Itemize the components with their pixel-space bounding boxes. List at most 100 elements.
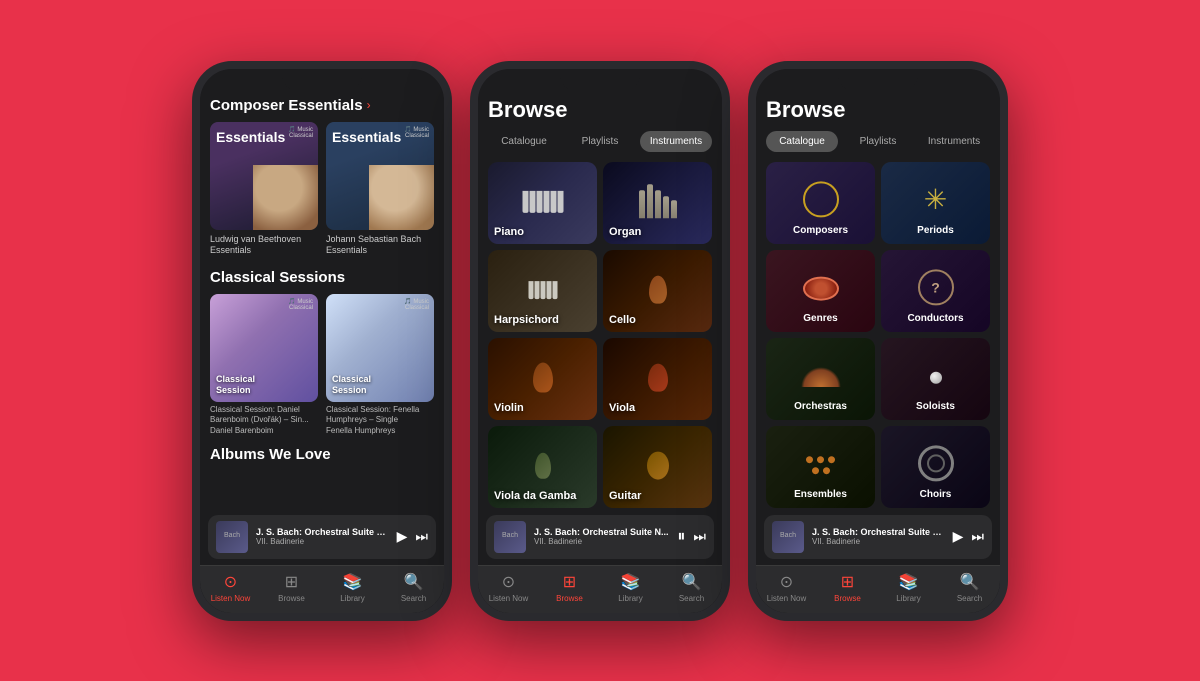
cat-conductors[interactable]: ? Conductors (881, 250, 990, 332)
bach-album-card[interactable]: 🎵 MusicClassical Essentials Johann Sebas… (326, 122, 434, 257)
section-arrow-essentials[interactable]: › (367, 98, 371, 112)
ensembles-name: Ensembles (794, 489, 847, 500)
tab-instruments-2[interactable]: Instruments (640, 131, 712, 152)
session-overlay-barenboim: ClassicalSession (216, 374, 312, 396)
harp-key (546, 281, 551, 299)
nav-label-search-1: Search (401, 594, 426, 603)
instrument-organ[interactable]: Organ (603, 162, 712, 244)
nav-library-1[interactable]: 📚 Library (322, 572, 383, 603)
cat-ensembles[interactable]: Ensembles (766, 426, 875, 508)
instrument-harpsichord[interactable]: Harpsichord (488, 250, 597, 332)
cat-periods[interactable]: ✳ Periods (881, 162, 990, 244)
instrument-guitar[interactable]: Guitar (603, 426, 712, 508)
instruments-grid: Piano (488, 162, 712, 508)
phone-browse-catalogue: Browse Catalogue Playlists Instruments C… (748, 61, 1008, 621)
instrument-viol[interactable]: Viola da Gamba (488, 426, 597, 508)
tab-playlists-2[interactable]: Playlists (564, 131, 636, 152)
pearl-icon (930, 371, 942, 383)
now-playing-1[interactable]: Bach J. S. Bach: Orchestral Suite N... V… (208, 515, 436, 559)
beethoven-album-card[interactable]: 🎵 MusicClassical Essentials Ludwig van B… (210, 122, 318, 257)
guitar-label: Guitar (609, 490, 641, 502)
organ-label: Organ (609, 226, 641, 238)
instrument-viola[interactable]: Viola (603, 338, 712, 420)
session-text-humphreys: ClassicalSession (332, 374, 428, 396)
nav-search-1[interactable]: 🔍 Search (383, 572, 444, 603)
harp-key (528, 281, 533, 299)
browse-icon-1: ⊞ (285, 572, 298, 592)
np-info-3: J. S. Bach: Orchestral Suite N... VII. B… (812, 527, 945, 546)
nav-listen-now-1[interactable]: ⊙ Listen Now (200, 572, 261, 603)
tab-bar-3: Catalogue Playlists Instruments (766, 131, 990, 152)
white-key (522, 190, 528, 212)
conductors-name: Conductors (907, 313, 963, 324)
np-skip-btn-1[interactable]: ⏭ (415, 528, 428, 545)
section-header-sessions: Classical Sessions (210, 269, 434, 286)
np-sub-3: VII. Badinerie (812, 537, 945, 546)
nav-label-browse-1: Browse (278, 594, 305, 603)
tab-instruments-3[interactable]: Instruments (918, 131, 990, 152)
cat-choirs[interactable]: Choirs (881, 426, 990, 508)
nav-listen-now-2[interactable]: ⊙ Listen Now (478, 572, 539, 603)
now-playing-3[interactable]: Bach J. S. Bach: Orchestral Suite N... V… (764, 515, 992, 559)
composers-name: Composers (793, 225, 848, 236)
harp-bg: Harpsichord (488, 250, 597, 332)
composers-circle-icon (803, 181, 839, 217)
piano-keys (522, 190, 563, 212)
np-title-1: J. S. Bach: Orchestral Suite N... (256, 527, 389, 537)
session-overlay-humphreys: ClassicalSession (332, 374, 428, 396)
white-key (550, 190, 556, 212)
phone-listen-now: Composer Essentials › 🎵 MusicClassical E… (192, 61, 452, 621)
nav-browse-3[interactable]: ⊞ Browse (817, 572, 878, 603)
np-sub-2: VII. Badinerie (534, 537, 669, 546)
instrument-piano[interactable]: Piano (488, 162, 597, 244)
cat-composers[interactable]: Composers (766, 162, 875, 244)
cello-bg: Cello (603, 250, 712, 332)
organ-visual (639, 184, 677, 218)
np-pause-btn-2[interactable]: ⏸ (677, 528, 685, 546)
instrument-violin[interactable]: Violin (488, 338, 597, 420)
harp-key (534, 281, 539, 299)
tab-catalogue-2[interactable]: Catalogue (488, 131, 560, 152)
viol-body (535, 452, 551, 478)
session-humphreys[interactable]: 🎵 MusicClassical ClassicalSession Classi… (326, 294, 434, 436)
violin-bg: Violin (488, 338, 597, 420)
cat-orchestras[interactable]: Orchestras (766, 338, 875, 420)
np-controls-2: ⏸ ⏭ (677, 528, 706, 546)
nav-listen-now-3[interactable]: ⊙ Listen Now (756, 572, 817, 603)
tab-playlists-3[interactable]: Playlists (842, 131, 914, 152)
session-barenboim[interactable]: 🎵 MusicClassical ClassicalSession Classi… (210, 294, 318, 436)
np-info-1: J. S. Bach: Orchestral Suite N... VII. B… (256, 527, 389, 546)
nav-search-3[interactable]: 🔍 Search (939, 572, 1000, 603)
apple-music-badge-3: 🎵 MusicClassical (288, 299, 313, 312)
nav-library-2[interactable]: 📚 Library (600, 572, 661, 603)
viol-label: Viola da Gamba (494, 490, 576, 502)
nav-browse-2[interactable]: ⊞ Browse (539, 572, 600, 603)
tab-catalogue-3[interactable]: Catalogue (766, 131, 838, 152)
catalogue-grid: Composers ✳ Periods Genres (766, 162, 990, 508)
harp-key (540, 281, 545, 299)
cat-soloists[interactable]: Soloists (881, 338, 990, 420)
np-play-btn-3[interactable]: ▶ (953, 528, 964, 545)
harpsichord-label: Harpsichord (494, 314, 559, 326)
np-skip-btn-3[interactable]: ⏭ (971, 528, 984, 545)
np-skip-btn-2[interactable]: ⏭ (693, 528, 706, 545)
instrument-cello[interactable]: Cello (603, 250, 712, 332)
nav-browse-1[interactable]: ⊞ Browse (261, 572, 322, 603)
nav-label-browse-3: Browse (834, 594, 861, 603)
apple-music-badge-4: 🎵 MusicClassical (404, 299, 429, 312)
np-play-btn-1[interactable]: ▶ (397, 528, 408, 545)
section-title-albums: Albums We Love (210, 446, 331, 463)
np-info-2: J. S. Bach: Orchestral Suite N... VII. B… (534, 527, 669, 546)
screen-browse-instruments: Browse Catalogue Playlists Instruments (478, 69, 722, 613)
orchestras-name: Orchestras (794, 401, 847, 412)
cat-genres[interactable]: Genres (766, 250, 875, 332)
browse-title-3: Browse (766, 97, 990, 123)
dots-icon (803, 456, 839, 474)
nav-search-2[interactable]: 🔍 Search (661, 572, 722, 603)
session-info-humphreys: Classical Session: Fenella Humphreys – S… (326, 405, 434, 436)
now-playing-2[interactable]: Bach J. S. Bach: Orchestral Suite N... V… (486, 515, 714, 559)
beethoven-essentials-text: Essentials (216, 130, 285, 144)
choirs-icon (918, 445, 954, 481)
nav-library-3[interactable]: 📚 Library (878, 572, 939, 603)
content-browse-instruments: Browse Catalogue Playlists Instruments (478, 69, 722, 509)
